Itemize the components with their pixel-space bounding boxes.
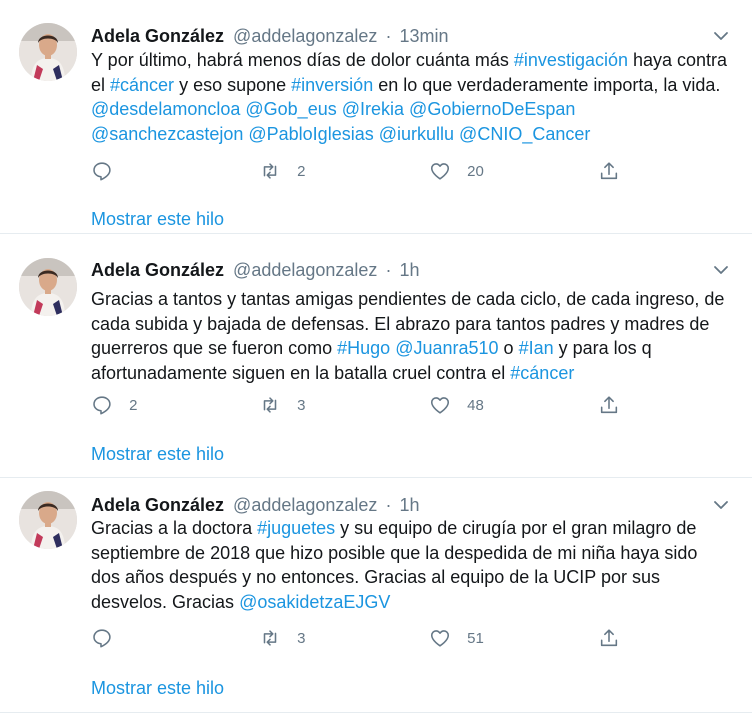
share-button[interactable] [598,160,620,184]
hashtag-link[interactable]: #juguetes [257,518,335,538]
hashtag-link[interactable]: #investigación [514,50,628,70]
author-handle[interactable]: @addelagonzalez [233,26,377,46]
tweet-text: Gracias a la doctora #juguetes y su equi… [91,516,731,614]
mention-link[interactable]: @Irekia [342,99,404,119]
share-icon [598,395,620,414]
tweet-text-segment: Gracias a la doctora [91,518,258,538]
tweet-text-segment: en lo que verdaderamente importa, la vid… [373,74,721,95]
author-handle[interactable]: @addelagonzalez [233,495,377,515]
reply-button[interactable] [91,160,125,184]
retweet-button[interactable]: 2 [259,160,306,184]
share-button[interactable] [598,627,620,651]
show-thread-link[interactable]: Mostrar este hilo [91,677,224,699]
tweet-header: Adela González @addelagonzalez · 13min [91,25,449,47]
like-button[interactable]: 48 [429,394,484,418]
reply-count: 2 [129,397,138,415]
avatar[interactable] [19,491,77,549]
tweet-actions: 3 51 [91,627,631,651]
hashtag-link[interactable]: #inversión [291,75,373,95]
mention-link[interactable]: @Gob_eus [245,99,336,119]
tweet[interactable]: Adela González @addelagonzalez · 1h Grac… [0,244,752,478]
retweet-count: 3 [297,630,306,648]
hashtag-link[interactable]: #cáncer [510,363,574,383]
separator: · [385,260,392,280]
tweet-feed: Adela González @addelagonzalez · 13min Y… [0,0,752,715]
mention-link[interactable]: @GobiernoDeEspan [409,99,575,119]
timestamp[interactable]: 1h [399,495,419,515]
separator: · [385,26,392,46]
author-name[interactable]: Adela González [91,260,224,280]
like-button[interactable]: 51 [429,627,484,651]
reply-icon [91,628,113,648]
tweet-text-segment: o [498,338,519,358]
like-count: 48 [467,397,484,415]
share-icon [598,628,620,647]
avatar[interactable] [19,23,77,81]
author-name[interactable]: Adela González [91,495,224,515]
like-count: 20 [467,163,484,181]
like-count: 51 [467,630,484,648]
show-thread-link[interactable]: Mostrar este hilo [91,443,224,465]
tweet-text: Y por último, habrá menos días de dolor … [91,48,731,146]
retweet-icon [259,396,285,414]
retweet-button[interactable]: 3 [259,394,306,418]
like-button[interactable]: 20 [429,160,484,184]
like-icon [429,162,455,180]
reply-icon [91,395,117,415]
mention-link[interactable]: @Juanra510 [395,338,498,358]
chevron-down-icon[interactable] [712,27,730,45]
mention-link[interactable]: @PabloIglesias [248,124,373,144]
mention-link[interactable]: @desdelamoncloa [91,99,240,119]
retweet-count: 3 [297,397,306,415]
timestamp[interactable]: 1h [399,260,419,280]
tweet-header: Adela González @addelagonzalez · 1h [91,494,420,516]
tweet[interactable]: Adela González @addelagonzalez · 13min Y… [0,0,752,234]
separator: · [385,495,392,515]
tweet-header: Adela González @addelagonzalez · 1h [91,259,420,281]
tweet-actions: 2 3 48 [91,394,631,418]
reply-icon [91,161,113,181]
retweet-count: 2 [297,163,306,181]
retweet-icon [259,162,285,180]
mention-link[interactable]: @sanchezcastejon [91,124,243,144]
chevron-down-icon[interactable] [712,261,730,279]
show-thread-link[interactable]: Mostrar este hilo [91,208,224,230]
mention-link[interactable]: @osakidetzaEJGV [239,592,390,612]
like-icon [429,396,455,414]
mention-link[interactable]: @iurkullu [379,124,454,144]
tweet[interactable]: Adela González @addelagonzalez · 1h Grac… [0,479,752,713]
reply-button[interactable]: 2 [91,394,138,418]
author-handle[interactable]: @addelagonzalez [233,260,377,280]
retweet-button[interactable]: 3 [259,627,306,651]
tweet-actions: 2 20 [91,160,631,184]
share-icon [598,161,620,180]
tweet-text: Gracias a tantos y tantas amigas pendien… [91,287,731,385]
mention-link[interactable]: @CNIO_Cancer [459,124,590,144]
chevron-down-icon[interactable] [712,496,730,514]
share-button[interactable] [598,394,620,418]
like-icon [429,629,455,647]
hashtag-link[interactable]: #Ian [519,338,554,358]
author-name[interactable]: Adela González [91,26,224,46]
tweet-text-segment: y eso supone [174,74,292,95]
reply-button[interactable] [91,627,125,651]
tweet-text-segment: Y por último, habrá menos días de dolor … [91,50,514,70]
timestamp[interactable]: 13min [399,26,448,46]
avatar[interactable] [19,258,77,316]
retweet-icon [259,629,285,647]
hashtag-link[interactable]: #cáncer [110,75,174,95]
hashtag-link[interactable]: #Hugo [337,338,390,358]
